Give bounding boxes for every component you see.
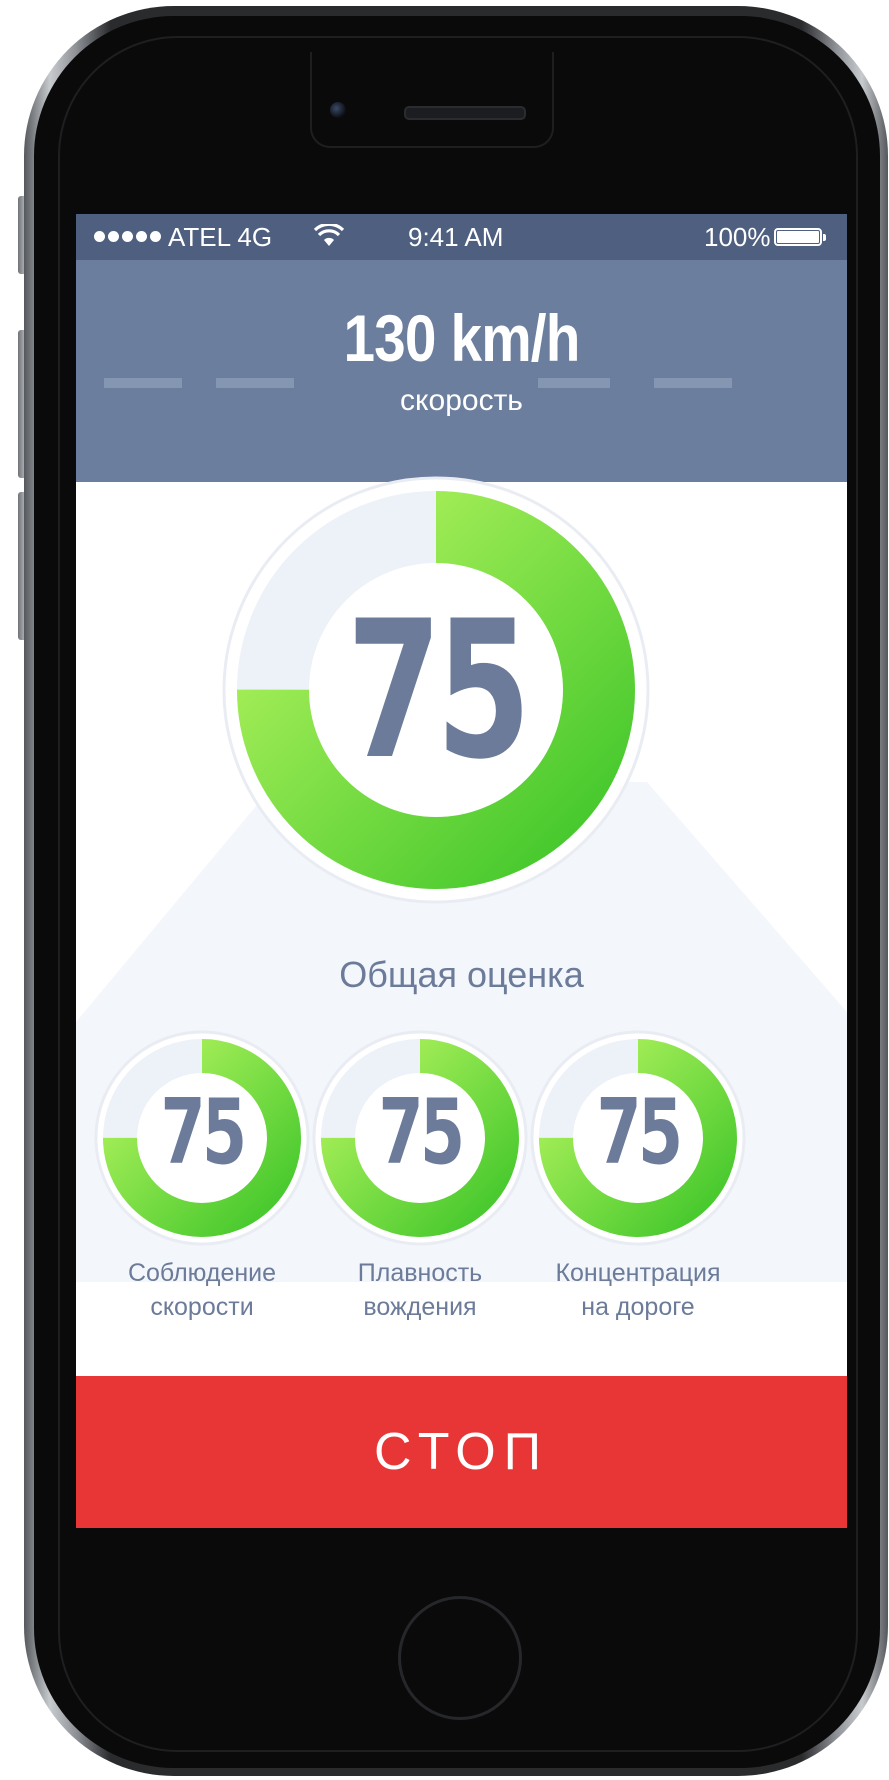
carrier-label: ATEL 4G bbox=[168, 222, 273, 252]
speed-compliance-score: 75 bbox=[160, 1080, 248, 1185]
status-time: 9:41 AM bbox=[408, 222, 504, 252]
speed-value: 130 km/h bbox=[343, 301, 580, 375]
speed-header: 130 km/h скорость bbox=[76, 260, 847, 482]
road-focus-score: 75 bbox=[596, 1080, 684, 1185]
stop-button[interactable]: СТОП bbox=[76, 1376, 847, 1528]
phone-frame: ATEL 4G 9:41 AM 100% 130 km/h скорость 7… bbox=[0, 0, 889, 1780]
wifi-icon bbox=[314, 224, 344, 246]
speed-compliance-ring: 75 bbox=[92, 1028, 312, 1248]
overall-score-ring: 75 bbox=[216, 470, 656, 910]
screen-bottom-edge bbox=[76, 1528, 847, 1578]
app-screen: ATEL 4G 9:41 AM 100% 130 km/h скорость 7… bbox=[76, 214, 847, 1578]
driving-smoothness-score: 75 bbox=[378, 1080, 466, 1185]
signal-dots-icon bbox=[94, 231, 161, 242]
earpiece-speaker bbox=[404, 106, 526, 120]
driving-smoothness-label: Плавность вождения bbox=[357, 1259, 483, 1321]
overall-score-value: 75 bbox=[346, 580, 532, 801]
driving-smoothness-ring: 75 bbox=[310, 1028, 530, 1248]
overall-score-label: Общая оценка bbox=[339, 954, 584, 995]
speed-label: скорость bbox=[400, 384, 523, 417]
speed-compliance-label: Соблюдение скорости bbox=[127, 1259, 277, 1321]
road-focus-label: Концентрация на дороге bbox=[555, 1259, 721, 1321]
battery-percent: 100% bbox=[704, 222, 771, 252]
speaker-area bbox=[310, 52, 554, 148]
battery-icon bbox=[774, 228, 826, 246]
home-button[interactable] bbox=[398, 1596, 522, 1720]
road-focus-ring: 75 bbox=[528, 1028, 748, 1248]
status-bar: ATEL 4G 9:41 AM 100% bbox=[76, 214, 847, 260]
front-camera-icon bbox=[330, 102, 346, 118]
